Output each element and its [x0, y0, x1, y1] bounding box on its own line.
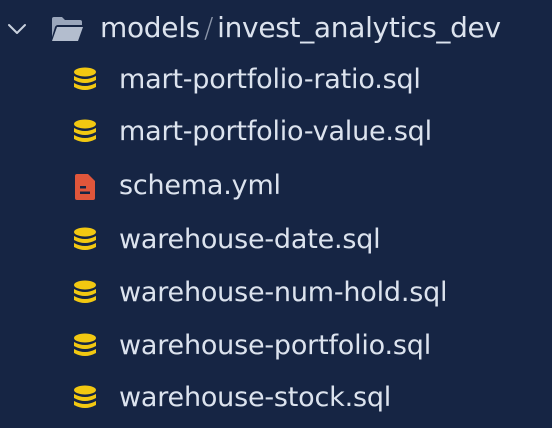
- folder-row-models[interactable]: models / invest_analytics_dev: [0, 0, 552, 56]
- folder-open-icon: [52, 17, 83, 41]
- database-icon: [74, 385, 96, 408]
- file-label: mart-portfolio-ratio.sql: [119, 64, 421, 95]
- file-item-warehouse-stock[interactable]: warehouse-stock.sql: [0, 374, 552, 424]
- file-item-warehouse-portfolio[interactable]: warehouse-portfolio.sql: [0, 322, 552, 372]
- file-item-warehouse-date[interactable]: warehouse-date.sql: [0, 216, 552, 266]
- file-label: mart-portfolio-value.sql: [119, 116, 432, 147]
- file-label: warehouse-portfolio.sql: [119, 330, 432, 361]
- file-label: warehouse-stock.sql: [119, 382, 392, 413]
- database-icon: [74, 333, 96, 356]
- file-item-mart-portfolio-value[interactable]: mart-portfolio-value.sql: [0, 108, 552, 158]
- database-icon: [74, 119, 96, 142]
- folder-path: models / invest_analytics_dev: [100, 10, 501, 46]
- file-item-schema-yml[interactable]: schema.yml: [0, 162, 552, 212]
- file-label: schema.yml: [119, 170, 281, 201]
- path-separator: /: [203, 11, 214, 44]
- yaml-file-icon: [75, 174, 95, 200]
- file-label: warehouse-num-hold.sql: [119, 277, 448, 308]
- file-label: warehouse-date.sql: [119, 224, 381, 255]
- chevron-down-icon[interactable]: [6, 18, 28, 40]
- database-icon: [74, 280, 96, 303]
- file-item-mart-portfolio-ratio[interactable]: mart-portfolio-ratio.sql: [0, 56, 552, 106]
- database-icon: [74, 227, 96, 250]
- file-item-warehouse-num-hold[interactable]: warehouse-num-hold.sql: [0, 269, 552, 319]
- database-icon: [74, 67, 96, 90]
- folder-name: models: [100, 11, 200, 44]
- subfolder-name: invest_analytics_dev: [217, 11, 501, 44]
